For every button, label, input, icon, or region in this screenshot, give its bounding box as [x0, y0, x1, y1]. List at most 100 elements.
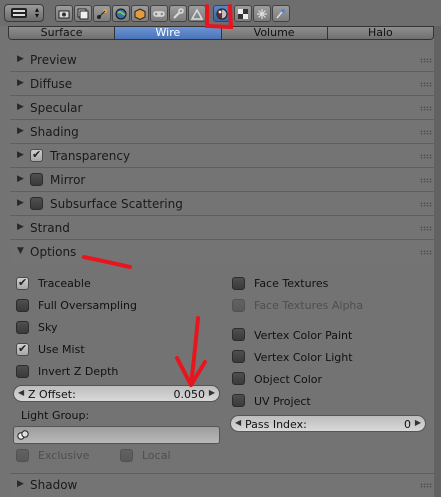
panel-options-label: Options: [30, 245, 77, 259]
mirror-checkbox[interactable]: [30, 173, 43, 186]
uv-project-checkbox[interactable]: [232, 394, 245, 407]
local-label: Local: [142, 449, 171, 462]
render-icon[interactable]: [55, 5, 73, 22]
panel-shading[interactable]: ▶ Shading: [10, 121, 438, 144]
group-icon: [17, 430, 29, 440]
drag-grip-icon[interactable]: [420, 106, 432, 111]
pass-index-label: Pass Index:: [245, 418, 307, 431]
object-icon[interactable]: [131, 5, 149, 22]
expand-triangle-icon: ▶: [17, 174, 24, 184]
scene-icon[interactable]: [93, 5, 111, 22]
panel-diffuse[interactable]: ▶ Diffuse: [10, 73, 438, 96]
expand-triangle-icon: ▶: [17, 102, 24, 112]
panel-preview[interactable]: ▶ Preview: [10, 49, 438, 72]
annotation-arrow-head: [175, 356, 207, 387]
drag-grip-icon[interactable]: [420, 82, 432, 87]
z-offset-field[interactable]: ◀ Z Offset: 0.050 ▶: [13, 385, 220, 402]
editor-type-menu[interactable]: ▴ ▾: [4, 4, 44, 22]
face-textures-alpha-checkbox[interactable]: [232, 299, 245, 312]
expand-triangle-icon: ▶: [17, 198, 24, 208]
physics-icon[interactable]: [272, 5, 290, 22]
uv-project-label: UV Project: [254, 395, 311, 408]
decrement-arrow-icon[interactable]: ◀: [235, 418, 241, 427]
panel-mirror-label: Mirror: [50, 173, 86, 187]
panel-shading-label: Shading: [30, 125, 79, 139]
use-mist-label: Use Mist: [38, 343, 85, 356]
traceable-label: Traceable: [38, 277, 91, 290]
exclusive-checkbox[interactable]: [16, 449, 29, 462]
annotation-arrow-shaft: [189, 316, 200, 387]
full-oversampling-label: Full Oversampling: [38, 299, 137, 312]
collapse-triangle-icon: ▼: [17, 246, 24, 256]
panel-transparency-label: Transparency: [50, 149, 131, 163]
drag-grip-icon[interactable]: [420, 58, 432, 63]
vertex-color-paint-label: Vertex Color Paint: [254, 329, 353, 342]
drag-grip-icon[interactable]: [420, 483, 432, 488]
region-scroll-edge[interactable]: [434, 26, 441, 497]
panel-mirror[interactable]: ▶ Mirror: [10, 169, 438, 192]
panel-preview-label: Preview: [30, 53, 77, 67]
panel-transparency[interactable]: ▶ Transparency: [10, 145, 438, 168]
face-textures-label: Face Textures: [254, 277, 329, 290]
z-offset-label: Z Offset:: [28, 388, 76, 401]
face-textures-alpha-label: Face Textures Alpha: [254, 299, 364, 312]
sky-label: Sky: [38, 321, 58, 334]
tab-volume[interactable]: Volume: [221, 27, 328, 39]
light-group-label: Light Group:: [21, 409, 90, 422]
material-type-tabs: Surface Wire Volume Halo: [8, 26, 434, 40]
light-group-field[interactable]: [13, 426, 220, 444]
face-textures-checkbox[interactable]: [232, 277, 245, 290]
world-icon[interactable]: [112, 5, 130, 22]
sky-checkbox[interactable]: [16, 321, 29, 334]
vertex-color-light-checkbox[interactable]: [232, 350, 245, 363]
panel-specular[interactable]: ▶ Specular: [10, 97, 438, 120]
render-layers-icon[interactable]: [74, 5, 92, 22]
particles-icon[interactable]: [253, 5, 271, 22]
expand-triangle-icon: ▶: [17, 479, 24, 489]
object-color-label: Object Color: [254, 373, 323, 386]
tab-surface[interactable]: Surface: [9, 27, 116, 39]
drag-grip-icon[interactable]: [420, 202, 432, 207]
panel-strand-label: Strand: [30, 221, 70, 235]
panel-options[interactable]: ▼ Options: [10, 241, 438, 264]
texture-icon[interactable]: [234, 5, 252, 22]
full-oversampling-checkbox[interactable]: [16, 299, 29, 312]
sss-checkbox[interactable]: [30, 197, 43, 210]
drag-grip-icon[interactable]: [420, 226, 432, 231]
panel-shadow-label: Shadow: [30, 478, 78, 492]
panel-subsurface-scattering[interactable]: ▶ Subsurface Scattering: [10, 193, 438, 216]
pass-index-value: 0: [404, 418, 411, 431]
traceable-checkbox[interactable]: [16, 276, 29, 290]
decrement-arrow-icon[interactable]: ◀: [18, 388, 24, 397]
drag-grip-icon[interactable]: [420, 154, 432, 159]
panel-diffuse-label: Diffuse: [30, 77, 73, 91]
invert-z-depth-checkbox[interactable]: [16, 365, 29, 378]
invert-z-depth-label: Invert Z Depth: [38, 365, 119, 378]
material-icon[interactable]: [213, 5, 231, 22]
increment-arrow-icon[interactable]: ▶: [415, 418, 421, 427]
panel-strand[interactable]: ▶ Strand: [10, 217, 438, 240]
transparency-checkbox[interactable]: [30, 148, 43, 162]
panel-shadow[interactable]: ▶ Shadow: [10, 473, 438, 496]
pass-index-field[interactable]: ◀ Pass Index: 0 ▶: [230, 415, 426, 432]
local-checkbox[interactable]: [120, 449, 133, 462]
panel-specular-label: Specular: [30, 101, 83, 115]
object-color-checkbox[interactable]: [232, 372, 245, 385]
drag-grip-icon[interactable]: [420, 250, 432, 255]
vertex-color-paint-checkbox[interactable]: [232, 328, 245, 341]
expand-triangle-icon: ▶: [17, 150, 24, 160]
panel-sss-label: Subsurface Scattering: [50, 197, 183, 211]
expand-triangle-icon: ▶: [17, 54, 24, 64]
drag-grip-icon[interactable]: [420, 130, 432, 135]
updown-chevron-icon: ▴ ▾: [34, 5, 39, 20]
drag-grip-icon[interactable]: [420, 178, 432, 183]
tab-wire[interactable]: Wire: [115, 27, 222, 39]
expand-triangle-icon: ▶: [17, 126, 24, 136]
increment-arrow-icon[interactable]: ▶: [209, 388, 215, 397]
editor-type-icon: [11, 8, 27, 18]
tab-halo[interactable]: Halo: [327, 27, 433, 39]
object-data-icon[interactable]: [188, 5, 206, 22]
use-mist-checkbox[interactable]: [16, 342, 29, 356]
constraints-icon[interactable]: [150, 5, 168, 22]
modifiers-icon[interactable]: [169, 5, 187, 22]
